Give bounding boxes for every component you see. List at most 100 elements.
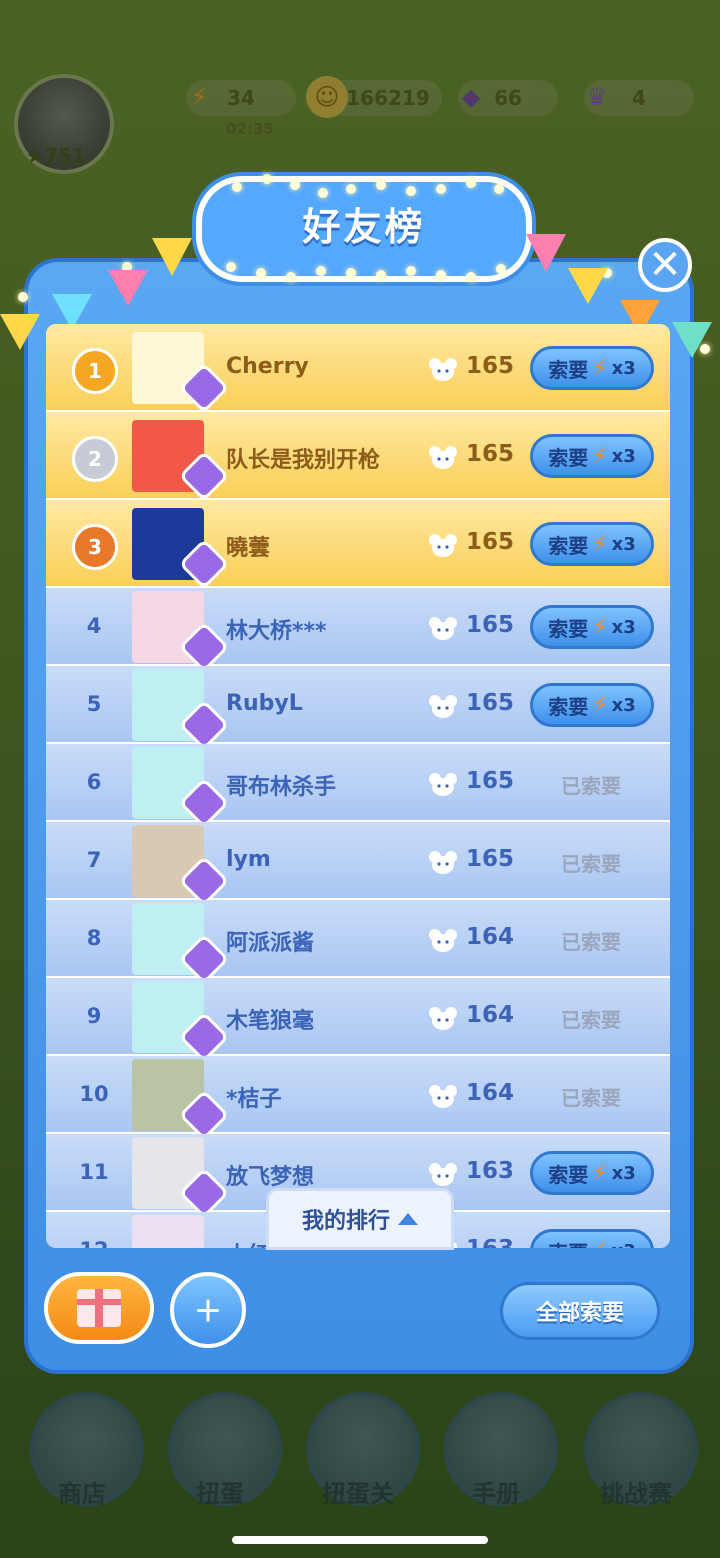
friend-name: 木笔狼毫: [226, 1009, 315, 1034]
mouse-score-icon: [429, 1085, 457, 1108]
request-label: 索要: [548, 1237, 588, 1249]
mouse-score-icon: [429, 1163, 457, 1186]
rank-number: 5: [86, 692, 102, 716]
close-button[interactable]: ✕: [638, 238, 692, 292]
leaderboard-row: 9 木笔狼毫 164 已索要: [46, 978, 670, 1063]
friend-avatar[interactable]: [132, 1215, 204, 1248]
friend-score: 165: [466, 441, 515, 467]
request-all-label: 全部索要: [535, 1301, 624, 1326]
rank-number: 11: [79, 1160, 109, 1184]
request-energy-button[interactable]: 索要⚡x3: [530, 346, 654, 390]
add-friend-button[interactable]: ＋: [170, 1272, 246, 1348]
mouse-score-icon: [429, 446, 457, 469]
friend-score: 165: [466, 690, 515, 716]
friend-name: 队长是我别开枪: [226, 448, 381, 473]
friend-score: 165: [466, 768, 515, 794]
mouse-score-icon: [429, 929, 457, 952]
rank-number: 9: [86, 1004, 102, 1028]
rank-number: 12: [66, 1238, 122, 1248]
energy-bolt-icon: ⚡: [592, 355, 608, 381]
leaderboard-row: 3 曉蕓 165 索要 ⚡ x3: [46, 500, 670, 590]
add-friend-icon: ＋: [193, 1295, 222, 1328]
panel-title: 好友榜: [302, 205, 426, 249]
already-requested-label: 已索要: [561, 1008, 621, 1032]
request-energy-button[interactable]: 索要⚡x3: [530, 1151, 654, 1195]
rank-medal-icon: 3: [72, 524, 118, 570]
energy-bolt-icon: ⚡: [592, 614, 608, 640]
mouse-score-icon: [429, 695, 457, 718]
leaderboard-row: 5 RubyL 165 索要 ⚡ x3: [46, 666, 670, 751]
close-icon: ✕: [648, 242, 682, 288]
leaderboard-row: 4 林大桥*** 165 索要 ⚡ x3: [46, 588, 670, 673]
rank-medal-icon: 1: [72, 348, 118, 394]
leaderboard-row: 10 *桔子 164 已索要: [46, 1056, 670, 1141]
mouse-score-icon: [429, 1007, 457, 1030]
my-rank-tab[interactable]: 我的排行: [266, 1188, 454, 1250]
multiplier-label: x3: [611, 533, 636, 555]
friend-score: 164: [466, 1002, 515, 1028]
friend-name: RubyL: [226, 691, 303, 716]
energy-bolt-icon: ⚡: [592, 531, 608, 557]
friend-name: *桔子: [226, 1087, 282, 1112]
multiplier-label: x3: [611, 616, 636, 638]
leaderboard-row: 8 阿派派酱 164 已索要: [46, 900, 670, 985]
request-label: 索要: [548, 445, 589, 470]
mouse-score-icon: [429, 358, 457, 381]
leaderboard-row: 7 lym 165 已索要: [46, 822, 670, 907]
energy-bolt-icon: ⚡: [592, 692, 608, 718]
mouse-score-icon: [429, 534, 457, 557]
friend-name: lym: [226, 847, 271, 872]
gift-button[interactable]: [44, 1272, 154, 1344]
multiplier-label: x3: [611, 1162, 636, 1184]
friend-score: 165: [466, 353, 515, 379]
request-energy-button[interactable]: 索要 ⚡ x3: [530, 1229, 654, 1248]
home-indicator[interactable]: [232, 1536, 488, 1544]
friend-score: 164: [466, 924, 515, 950]
leaderboard-row: 6 哥布林杀手 165 已索要: [46, 744, 670, 829]
rank-medal-icon: 2: [72, 436, 118, 482]
mouse-score-icon: [429, 773, 457, 796]
rank-number: 7: [86, 848, 102, 872]
friend-score: 164: [466, 1080, 515, 1106]
leaderboard-row: 2 队长是我别开枪 165 索要 ⚡ x3: [46, 412, 670, 502]
multiplier-label: x3: [611, 445, 636, 467]
friend-score: 165: [466, 612, 515, 638]
friend-name: 阿派派酱: [226, 931, 315, 956]
rank-number: 8: [86, 926, 102, 950]
multiplier-label: x3: [612, 1241, 636, 1249]
friend-score: 165: [466, 846, 515, 872]
request-energy-button[interactable]: 索要⚡x3: [530, 683, 654, 727]
friend-score: 163: [466, 1236, 514, 1248]
friend-score: 163: [466, 1158, 515, 1184]
friend-name: 林大桥***: [226, 619, 327, 644]
request-label: 索要: [548, 616, 589, 641]
request-energy-button[interactable]: 索要⚡x3: [530, 434, 654, 478]
leaderboard-row: 1 Cherry 165 索要 ⚡ x3: [46, 324, 670, 414]
energy-bolt-icon: ⚡: [592, 443, 608, 469]
request-label: 索要: [548, 1162, 589, 1187]
friend-name: Cherry: [226, 354, 309, 379]
request-label: 索要: [548, 694, 589, 719]
request-energy-button[interactable]: 索要⚡x3: [530, 605, 654, 649]
energy-bolt-icon: ⚡: [592, 1239, 607, 1249]
multiplier-label: x3: [611, 694, 636, 716]
request-label: 索要: [548, 357, 589, 382]
request-all-button[interactable]: 全部索要: [500, 1282, 660, 1340]
friend-name: 曉蕓: [226, 536, 271, 561]
friend-score: 165: [466, 529, 515, 555]
already-requested-label: 已索要: [561, 1086, 621, 1110]
energy-bolt-icon: ⚡: [592, 1160, 608, 1186]
my-rank-label: 我的排行: [301, 1209, 390, 1234]
friend-name: 哥布林杀手: [226, 775, 337, 800]
rank-number: 6: [86, 770, 102, 794]
mouse-score-icon: [429, 851, 457, 874]
rank-number: 4: [86, 614, 102, 638]
already-requested-label: 已索要: [561, 930, 621, 954]
friend-name: 小红: [226, 1237, 270, 1248]
leaderboard-list[interactable]: 1 Cherry 165 索要 ⚡ x3 2 队长是我别开枪 165 索要 ⚡ x3 3 曉蕓 165 索要 ⚡…: [46, 324, 670, 1248]
gift-icon: [77, 1289, 121, 1327]
mouse-score-icon: [429, 617, 457, 640]
multiplier-label: x3: [611, 357, 636, 379]
request-energy-button[interactable]: 索要⚡x3: [530, 522, 654, 566]
friend-name: 放飞梦想: [226, 1165, 315, 1190]
